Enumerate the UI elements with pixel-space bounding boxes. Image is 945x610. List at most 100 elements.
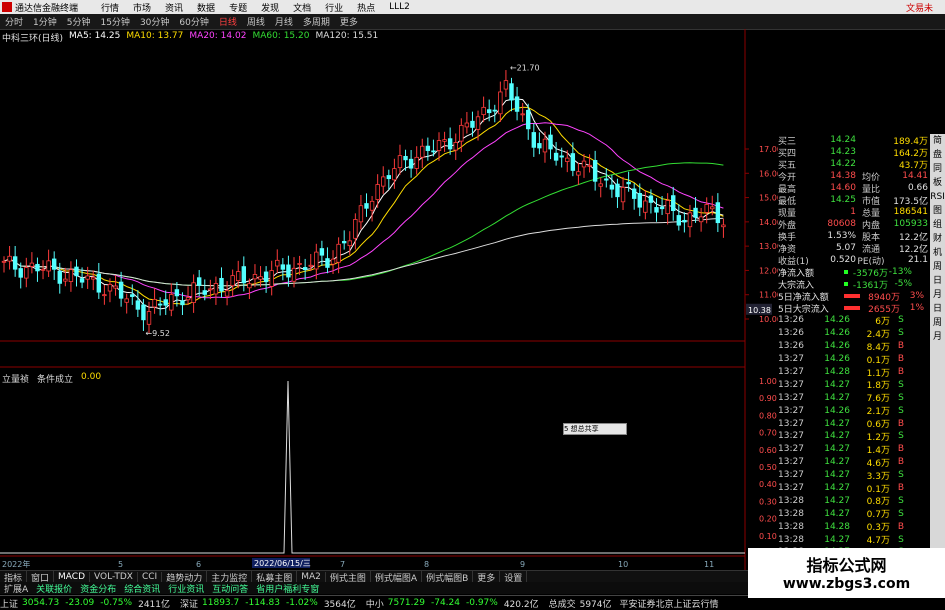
period-60min[interactable]: 60分钟 — [179, 15, 208, 28]
candle-body — [626, 181, 631, 185]
menu-item-news[interactable]: 资讯 — [165, 1, 183, 14]
candle-body — [503, 80, 509, 90]
price-axis-label: 13.00 — [759, 242, 778, 251]
candle-body — [263, 271, 269, 283]
side-tab[interactable]: 月 — [930, 288, 945, 302]
indicator-tab[interactable]: MA2 — [297, 572, 326, 582]
low-annotation: ←9.52 — [145, 329, 170, 338]
side-tab[interactable]: RSI — [930, 190, 945, 204]
candle-body — [130, 294, 135, 297]
tick-time: 13:27 — [778, 405, 804, 416]
extension-tab[interactable]: 综合资讯 — [120, 582, 164, 595]
menu-item-data[interactable]: 数据 — [197, 1, 215, 14]
tick-time: 13:26 — [778, 315, 804, 326]
indicator-tab[interactable]: MACD — [54, 572, 91, 582]
candle-body — [236, 271, 241, 282]
candle-body — [79, 278, 85, 283]
menu-item-discover[interactable]: 发现 — [261, 1, 279, 14]
side-tab[interactable]: 日 — [930, 302, 945, 316]
period-15min[interactable]: 15分钟 — [100, 15, 129, 28]
side-tab[interactable]: 同 — [930, 162, 945, 176]
flow-pct: 3% — [909, 291, 924, 301]
period-1min[interactable]: 1分钟 — [33, 15, 57, 28]
sh-label: 上证 — [0, 599, 19, 610]
candle-body — [447, 138, 453, 150]
stat-value: 14.38 — [830, 171, 856, 181]
menu-item-market[interactable]: 市场 — [133, 1, 151, 14]
period-intraday[interactable]: 分时 — [5, 15, 23, 28]
tick-time: 13:28 — [778, 534, 804, 545]
candle-body — [325, 258, 330, 268]
candle-body — [464, 122, 470, 128]
ask-price: 14.24 — [830, 135, 856, 145]
indicator-header: 立量祯 条件成立 0.00 — [2, 372, 101, 385]
x-axis-tick-label: 6 — [196, 560, 201, 569]
tick-row: 13:27 14.26 0.1万 B — [778, 353, 930, 366]
period-monthly[interactable]: 月线 — [275, 15, 293, 28]
stat-row: 最低 14.25 市值 173.5亿 — [778, 194, 930, 207]
extension-tab[interactable]: 行业资讯 — [164, 582, 208, 595]
sz-label: 深证 — [180, 599, 199, 610]
candle-body — [581, 160, 587, 168]
tick-volume: 2.4万 — [866, 329, 890, 340]
ma10-label: MA10: 13.77 — [126, 31, 184, 41]
side-tab[interactable]: 月 — [930, 330, 945, 344]
period-5min[interactable]: 5分钟 — [67, 15, 91, 28]
extension-tab[interactable]: 互动问答 — [208, 582, 252, 595]
extension-tab[interactable]: 关联报价 — [32, 582, 76, 595]
menu-right-label[interactable]: 文易未 — [906, 1, 933, 14]
tick-time: 13:28 — [778, 508, 804, 519]
extension-tab[interactable]: 资金分布 — [76, 582, 120, 595]
menu-item-docs[interactable]: 文档 — [293, 1, 311, 14]
period-30min[interactable]: 30分钟 — [140, 15, 169, 28]
zx-change: -74.24 — [430, 598, 460, 608]
flow-row: 5日大宗流入 2655万 1% — [778, 302, 930, 315]
menu-item-hot[interactable]: 热点 — [357, 1, 375, 14]
period-daily[interactable]: 日线 — [219, 15, 237, 28]
period-weekly[interactable]: 周线 — [247, 15, 265, 28]
menu-item-topics[interactable]: 专题 — [229, 1, 247, 14]
ma-line — [3, 217, 724, 287]
menu-item-l2[interactable]: LLL2 — [389, 2, 410, 12]
candle-body — [710, 206, 715, 210]
menu-item-industry[interactable]: 行业 — [325, 1, 343, 14]
popup-toolbox[interactable]: 5 想总共享 — [563, 423, 627, 435]
side-tab[interactable]: 周 — [930, 260, 945, 274]
candle-body — [7, 255, 12, 262]
candle-body — [542, 138, 548, 153]
candle-body — [113, 285, 118, 289]
total-label: 总成交 — [548, 599, 576, 610]
zx-index: 7571.29 — [387, 598, 425, 608]
period-multi[interactable]: 多周期 — [303, 15, 330, 28]
kline-chart[interactable]: 17.00 16.00 15.00 14.00 13.00 12.00 11.00 10.00… — [0, 29, 778, 570]
side-tab[interactable]: 机 — [930, 246, 945, 260]
extension-tab[interactable]: 扩展A — [0, 582, 32, 595]
side-tab[interactable]: 财 — [930, 232, 945, 246]
extension-tab[interactable]: 省用户福利专窗 — [252, 582, 323, 595]
candle-body — [330, 258, 336, 265]
side-tab[interactable]: 简 — [930, 134, 945, 148]
candle-body — [514, 96, 520, 112]
stock-name: 中科三环(日线) — [2, 34, 64, 44]
indicator-tab[interactable]: CCI — [138, 572, 163, 582]
indicator-tab[interactable]: VOL-TDX — [90, 572, 138, 582]
side-tab[interactable]: 板 — [930, 176, 945, 190]
price-axis-label: 14.00 — [759, 218, 778, 227]
indicator-axis-label: 1.00 — [759, 377, 777, 386]
candle-body — [486, 109, 492, 114]
side-tab[interactable]: 日 — [930, 274, 945, 288]
side-tab[interactable]: 周 — [930, 316, 945, 330]
candle-body — [609, 184, 615, 190]
indicator-name[interactable]: 立量祯 — [2, 372, 29, 385]
candle-body — [341, 240, 347, 244]
tick-side: B — [897, 444, 905, 455]
indicator-axis-label: 0.30 — [759, 497, 777, 506]
candle-body — [648, 195, 654, 203]
tick-price: 14.27 — [824, 508, 850, 519]
side-tab[interactable]: 盘 — [930, 148, 945, 162]
period-more[interactable]: 更多 — [340, 15, 358, 28]
menu-item-quotes[interactable]: 行情 — [101, 1, 119, 14]
sh-index: 3054.73 — [22, 598, 60, 608]
side-tab[interactable]: 组 — [930, 218, 945, 232]
side-tab[interactable]: 图 — [930, 204, 945, 218]
